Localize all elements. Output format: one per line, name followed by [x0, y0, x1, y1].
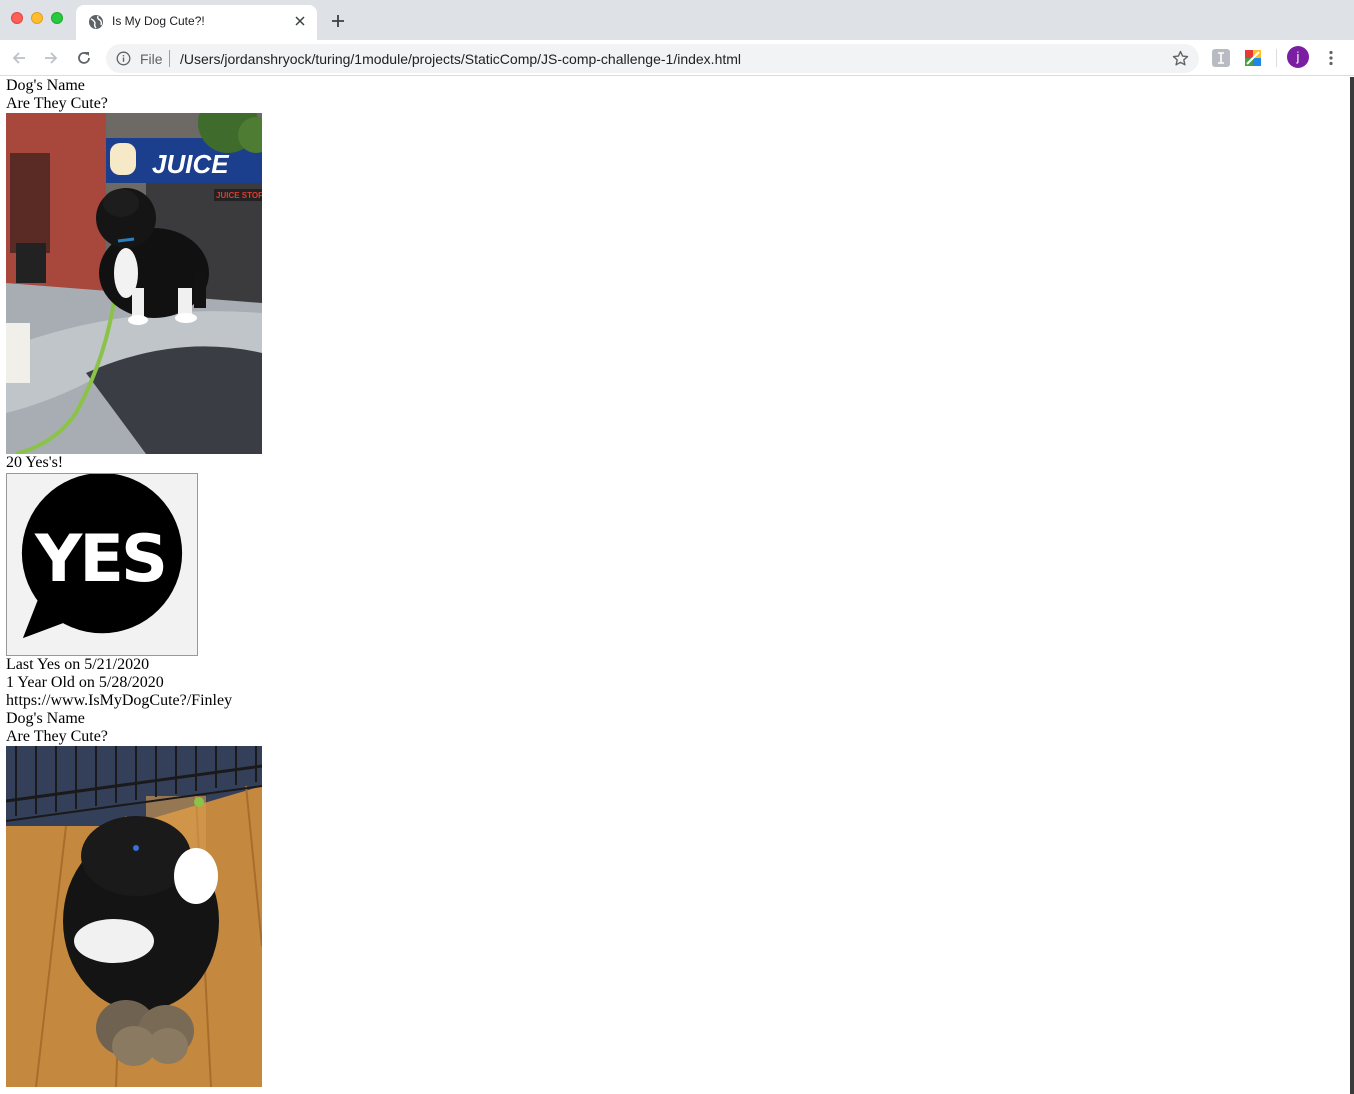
toolbar-divider: [1276, 49, 1277, 67]
minimize-window-button[interactable]: [31, 12, 43, 24]
zoom-window-button[interactable]: [51, 12, 63, 24]
extension-icon[interactable]: [1212, 49, 1230, 67]
yes-image-text: YES: [34, 521, 165, 597]
browser-toolbar: File /Users/jordanshryock/turing/1module…: [0, 40, 1354, 76]
svg-text:JUICE STOP: JUICE STOP: [216, 191, 262, 200]
extension-glyph-icon: [1218, 52, 1224, 64]
profile-avatar[interactable]: j: [1287, 46, 1309, 68]
colorful-extension-icon[interactable]: [1244, 49, 1262, 67]
svg-text:JUICE: JUICE: [152, 149, 229, 179]
yes-button-image[interactable]: YES: [6, 473, 198, 656]
yes-count: 20 Yes's!: [6, 454, 64, 471]
dog-photo: [6, 746, 262, 1087]
page-viewport: Dog's Name Are They Cute? JUICE JUICE ST…: [0, 77, 1350, 1094]
address-bar[interactable]: File /Users/jordanshryock/turing/1module…: [106, 44, 1199, 73]
omnibox-divider: [169, 50, 170, 67]
scheme-label: File: [140, 51, 163, 67]
tab-strip: Is My Dog Cute?!: [0, 0, 1354, 40]
bookmark-star-icon[interactable]: [1172, 50, 1189, 67]
globe-icon: [89, 15, 103, 29]
new-tab-icon[interactable]: [330, 13, 346, 29]
cute-question: Are They Cute?: [6, 95, 108, 112]
back-arrow-icon[interactable]: [10, 49, 28, 67]
close-window-button[interactable]: [11, 12, 23, 24]
dog-name-label: Dog's Name: [6, 77, 85, 94]
close-icon[interactable]: [294, 15, 306, 27]
tab-title: Is My Dog Cute?!: [112, 14, 205, 28]
birthday-text: 1 Year Old on 5/28/2020: [6, 674, 164, 691]
reload-icon[interactable]: [75, 49, 93, 67]
dog-name-label: Dog's Name: [6, 710, 85, 727]
forward-arrow-icon[interactable]: [42, 49, 60, 67]
last-yes-date: Last Yes on 5/21/2020: [6, 656, 150, 673]
colorful-extension-glyph-icon: [1245, 50, 1261, 66]
window-edge: [1350, 77, 1354, 1094]
dog-link[interactable]: https://www.IsMyDogCute?/Finley: [6, 692, 1344, 710]
more-menu-icon[interactable]: [1322, 49, 1340, 67]
dog-photo: JUICE JUICE STOP: [6, 113, 262, 454]
cute-question: Are They Cute?: [6, 728, 108, 745]
page-content: Dog's Name Are They Cute? JUICE JUICE ST…: [0, 77, 1350, 1087]
url-text[interactable]: /Users/jordanshryock/turing/1module/proj…: [180, 51, 741, 67]
browser-tab[interactable]: Is My Dog Cute?!: [76, 5, 317, 40]
info-icon[interactable]: [116, 51, 131, 66]
